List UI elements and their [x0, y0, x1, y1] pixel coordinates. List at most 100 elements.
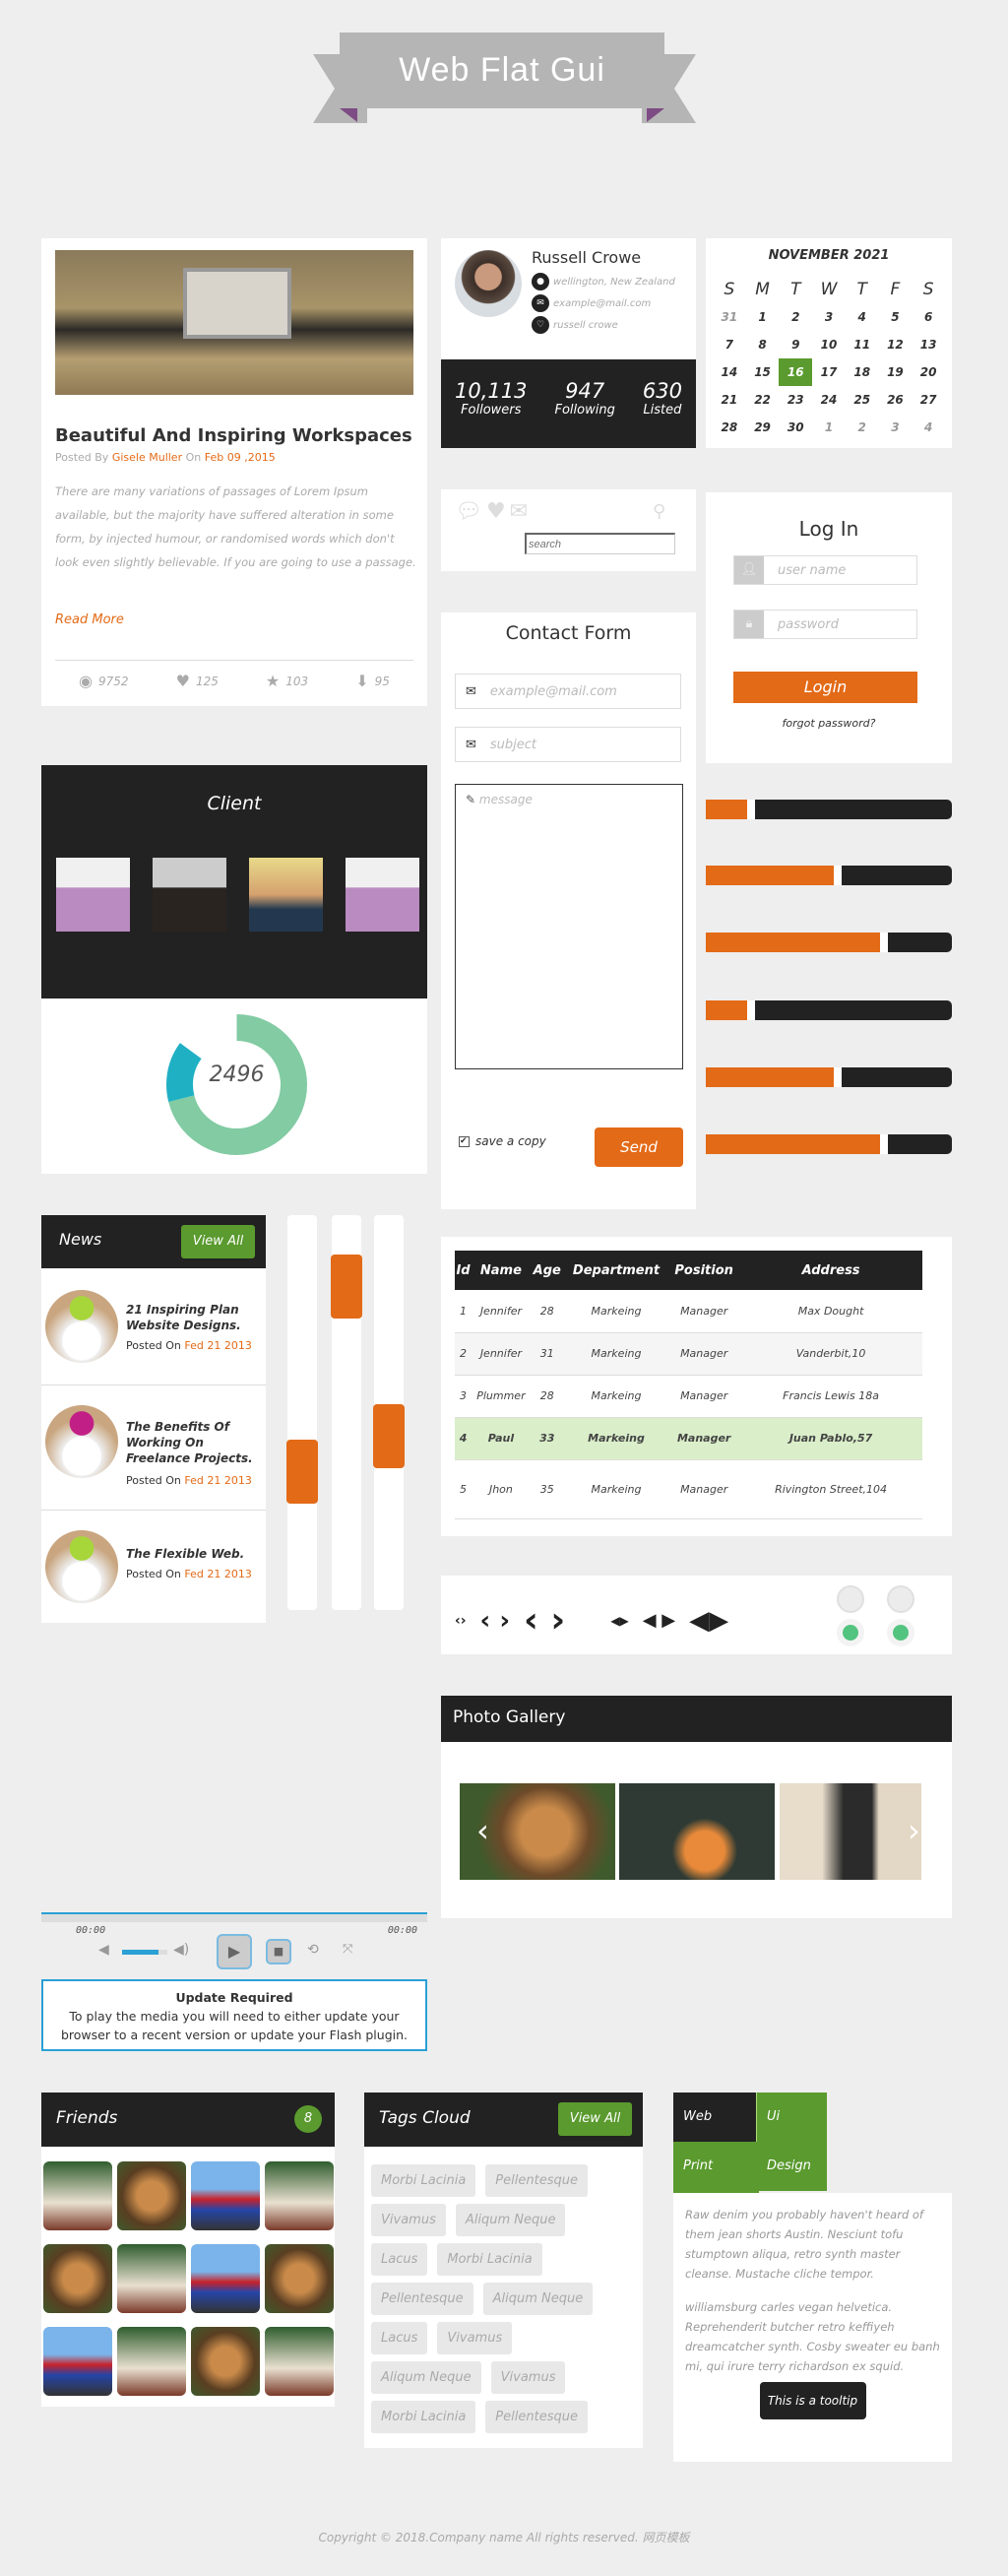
calendar-day[interactable]: 3: [879, 414, 913, 441]
stars-stat[interactable]: ★ 103: [266, 672, 308, 690]
calendar-day[interactable]: 16: [779, 358, 813, 386]
calendar-day[interactable]: 21: [713, 386, 746, 414]
calendar-day[interactable]: 30: [779, 414, 812, 441]
calendar-day[interactable]: 27: [912, 386, 945, 414]
friend-photo[interactable]: [265, 2327, 334, 2396]
friend-photo[interactable]: [117, 2244, 186, 2313]
calendar-day[interactable]: 23: [779, 386, 812, 414]
calendar-day[interactable]: 3: [812, 303, 846, 331]
volume-icon[interactable]: ◀): [173, 1942, 189, 1958]
triangle-left-right-large-icon[interactable]: ◀▶: [689, 1606, 728, 1636]
vertical-slider[interactable]: [373, 1215, 405, 1610]
calendar-day[interactable]: 2: [846, 414, 879, 441]
calendar-day[interactable]: 8: [746, 331, 780, 358]
toggle-switch[interactable]: [837, 1585, 864, 1646]
friend-photo[interactable]: [43, 2244, 112, 2313]
send-button[interactable]: Send: [595, 1127, 683, 1167]
calendar-day[interactable]: 1: [746, 303, 780, 331]
mute-icon[interactable]: ◀: [98, 1942, 109, 1958]
calendar-day[interactable]: 12: [879, 331, 913, 358]
tag[interactable]: Pellentesque: [485, 2401, 588, 2433]
tag[interactable]: Pellentesque: [371, 2283, 473, 2315]
chevron-left-right-medium-icon[interactable]: ‹ ›: [480, 1606, 510, 1636]
footer-link[interactable]: 网页模板: [642, 2531, 689, 2544]
triangle-left-right-small-icon[interactable]: ◀▶: [610, 1614, 628, 1628]
forgot-password-link[interactable]: forgot password?: [706, 717, 952, 730]
calendar-day[interactable]: 13: [912, 331, 945, 358]
volume-slider[interactable]: [122, 1950, 167, 1955]
play-button[interactable]: ▶: [217, 1934, 252, 1969]
message-textarea[interactable]: ✎ message: [455, 784, 683, 1069]
comment-icon[interactable]: 💬︎: [455, 499, 482, 524]
calendar-day[interactable]: 2: [779, 303, 812, 331]
client-photo[interactable]: [249, 858, 323, 932]
friend-photo[interactable]: [191, 2327, 260, 2396]
tag[interactable]: Aliqum Neque: [371, 2361, 481, 2394]
tag[interactable]: Aliqum Neque: [482, 2283, 594, 2315]
seek-bar[interactable]: [41, 1912, 427, 1922]
calendar-day[interactable]: 24: [812, 386, 846, 414]
table-row[interactable]: 5 Jhon 35 Markeing Manager Rivington Street,1…: [455, 1459, 922, 1519]
calendar-day[interactable]: 19: [879, 358, 913, 386]
tag[interactable]: Vivamus: [371, 2204, 446, 2236]
author-link[interactable]: Gisele Muller: [112, 451, 182, 464]
friend-photo[interactable]: [191, 2244, 260, 2313]
table-row[interactable]: 2 Jennifer 31 Markeing Manager Vanderbit,10: [455, 1332, 922, 1376]
chevron-left-right-large-icon[interactable]: ‹ ›: [524, 1600, 565, 1641]
vertical-slider[interactable]: [286, 1215, 318, 1610]
table-row[interactable]: 4 Paul 33 Markeing Manager Juan Pablo,57: [455, 1417, 922, 1460]
calendar-day[interactable]: 25: [846, 386, 879, 414]
column-header[interactable]: Position: [668, 1251, 740, 1290]
calendar-day[interactable]: 15: [746, 358, 780, 386]
calendar-day[interactable]: 5: [879, 303, 913, 331]
client-photo[interactable]: [153, 858, 226, 932]
table-row[interactable]: 3 Plummer 28 Markeing Manager Francis Lewis 1…: [455, 1375, 922, 1418]
calendar-day[interactable]: 20: [912, 358, 945, 386]
friend-photo[interactable]: [117, 2161, 186, 2230]
calendar-day[interactable]: 7: [713, 331, 746, 358]
slider-thumb[interactable]: [373, 1403, 405, 1468]
column-header[interactable]: Id: [455, 1251, 472, 1290]
tag[interactable]: Pellentesque: [485, 2164, 588, 2197]
tag[interactable]: Morbi Lacinia: [437, 2243, 542, 2276]
column-header[interactable]: Address: [739, 1251, 922, 1290]
tag[interactable]: Vivamus: [437, 2322, 513, 2354]
calendar-day[interactable]: 14: [713, 358, 746, 386]
friend-photo[interactable]: [43, 2161, 112, 2230]
tag[interactable]: Lacus: [371, 2243, 428, 2276]
calendar-day[interactable]: 10: [812, 331, 846, 358]
tag[interactable]: Morbi Lacinia: [371, 2164, 476, 2197]
gallery-prev-arrow[interactable]: ‹: [476, 1812, 489, 1849]
heart-icon[interactable]: ♥: [486, 499, 506, 524]
client-photo[interactable]: [346, 858, 419, 932]
calendar-day[interactable]: 4: [912, 414, 945, 441]
tags-view-all-button[interactable]: View All: [558, 2102, 632, 2136]
news-item[interactable]: 21 Inspiring Plan Website Designs. Poste…: [41, 1268, 266, 1385]
stop-button[interactable]: ■: [266, 1939, 291, 1964]
search-input[interactable]: [525, 533, 675, 554]
calendar-day[interactable]: 17: [812, 358, 846, 386]
friend-photo[interactable]: [117, 2327, 186, 2396]
login-button[interactable]: Login: [733, 672, 917, 703]
client-photo[interactable]: [56, 858, 130, 932]
calendar-day[interactable]: 31: [713, 303, 746, 331]
column-header[interactable]: Age: [530, 1251, 564, 1290]
news-item[interactable]: The Flexible Web. Posted On Fed 21 2013: [41, 1511, 266, 1623]
friend-photo[interactable]: [265, 2244, 334, 2313]
gallery-image-roulette[interactable]: [619, 1783, 775, 1880]
calendar-day[interactable]: 1: [812, 414, 846, 441]
slider-thumb[interactable]: [286, 1440, 318, 1505]
calendar-day[interactable]: 4: [846, 303, 879, 331]
loop-icon[interactable]: ⟲: [307, 1942, 319, 1958]
tag[interactable]: Vivamus: [490, 2361, 566, 2394]
calendar-day[interactable]: 9: [779, 331, 812, 358]
gallery-image-anime[interactable]: [780, 1783, 921, 1880]
toggle-switch[interactable]: [887, 1585, 914, 1646]
calendar-day[interactable]: 11: [846, 331, 879, 358]
friend-photo[interactable]: [265, 2161, 334, 2230]
read-more-link[interactable]: Read More: [55, 612, 124, 627]
calendar-day[interactable]: 6: [912, 303, 945, 331]
save-copy-checkbox[interactable]: ✔ save a copy: [459, 1134, 546, 1148]
calendar-day[interactable]: 26: [879, 386, 913, 414]
slider-thumb[interactable]: [331, 1255, 362, 1320]
